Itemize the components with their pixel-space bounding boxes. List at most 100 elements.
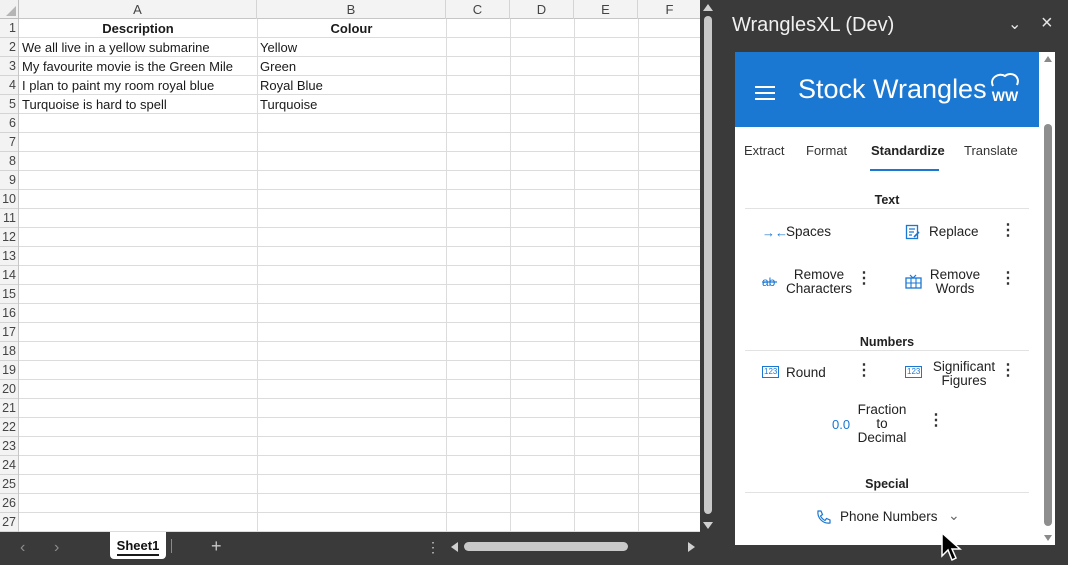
vertical-ellipsis-icon[interactable]: ⋮ [426, 539, 440, 556]
fraction-to-decimal-options-icon[interactable]: ⋮ [928, 413, 944, 429]
column-header-f[interactable]: F [638, 0, 700, 19]
row-header[interactable]: 12 [0, 228, 18, 247]
row-header[interactable]: 18 [0, 342, 18, 361]
row-header[interactable]: 17 [0, 323, 18, 342]
plus-icon[interactable]: + [211, 536, 222, 557]
row-headers: 1 2 3 4 5 6 7 8 9 10 11 12 13 14 15 16 17 18 19 20 21 22 23 24 2… [0, 19, 19, 532]
sheet-horizontal-scrollbar[interactable] [449, 540, 697, 553]
row-header[interactable]: 13 [0, 247, 18, 266]
chevron-down-icon[interactable]: ⌄ [948, 507, 960, 524]
chevron-right-icon[interactable]: › [54, 540, 59, 556]
scroll-up-arrow-icon[interactable] [703, 4, 713, 11]
cell-b2[interactable]: Yellow [257, 38, 446, 57]
row-header[interactable]: 9 [0, 171, 18, 190]
scroll-down-arrow-icon[interactable] [1044, 535, 1052, 541]
row-header[interactable]: 16 [0, 304, 18, 323]
row-header[interactable]: 8 [0, 152, 18, 171]
row-header[interactable]: 23 [0, 437, 18, 456]
remove-words-button[interactable]: Remove Words [905, 268, 1005, 298]
row-gridline [19, 512, 700, 513]
row-gridline [19, 360, 700, 361]
select-all-corner[interactable] [0, 0, 19, 19]
tab-extract[interactable]: Extract [744, 143, 784, 158]
significant-figures-options-icon[interactable]: ⋮ [1000, 363, 1016, 379]
sheet-tab-sheet1[interactable]: Sheet1 [110, 532, 166, 559]
row-header[interactable]: 19 [0, 361, 18, 380]
row-header[interactable]: 7 [0, 133, 18, 152]
cell-grid[interactable]: Description Colour We all live in a yell… [19, 19, 700, 532]
replace-button[interactable]: Replace [905, 224, 1005, 240]
column-header-d[interactable]: D [510, 0, 574, 19]
scroll-thumb[interactable] [1044, 124, 1052, 526]
significant-figures-label-line1: Significant [932, 359, 996, 374]
chevron-left-icon[interactable]: ‹ [20, 540, 25, 556]
cell-b3[interactable]: Green [257, 57, 446, 76]
row-header[interactable]: 6 [0, 114, 18, 133]
row-header[interactable]: 3 [0, 57, 18, 76]
row-header[interactable]: 22 [0, 418, 18, 437]
row-header[interactable]: 21 [0, 399, 18, 418]
row-header[interactable]: 27 [0, 513, 18, 532]
row-gridline [19, 265, 700, 266]
row-header[interactable]: 5 [0, 95, 18, 114]
sheet-vertical-scrollbar[interactable] [700, 0, 716, 532]
addin-scrollbar[interactable] [1041, 52, 1055, 545]
remove-characters-icon: ab [762, 275, 777, 289]
scroll-down-arrow-icon[interactable] [703, 522, 713, 529]
row-header[interactable]: 1 [0, 19, 18, 38]
row-header[interactable]: 20 [0, 380, 18, 399]
scroll-thumb[interactable] [464, 542, 628, 551]
row-header[interactable]: 14 [0, 266, 18, 285]
column-header-b[interactable]: B [257, 0, 446, 19]
row-header[interactable]: 2 [0, 38, 18, 57]
round-icon: 123 [762, 366, 780, 378]
column-header-c[interactable]: C [446, 0, 510, 19]
remove-words-options-icon[interactable]: ⋮ [1000, 271, 1016, 287]
column-header-e[interactable]: E [574, 0, 638, 19]
cell-a5[interactable]: Turquoise is hard to spell [19, 95, 257, 114]
round-button[interactable]: 123 Round [762, 365, 862, 381]
row-header[interactable]: 25 [0, 475, 18, 494]
row-header[interactable]: 26 [0, 494, 18, 513]
row-gridline [19, 246, 700, 247]
hamburger-menu-icon[interactable] [755, 86, 775, 100]
cell-a4[interactable]: I plan to paint my room royal blue [19, 76, 257, 95]
close-icon[interactable]: × [1041, 12, 1053, 35]
significant-figures-icon: 123 [905, 366, 923, 378]
sheet-tab-bar: ‹ › Sheet1 + ⋮ [0, 532, 716, 565]
excel-window: A B C D E F 1 2 3 4 5 6 7 8 9 10 11 12 13 14 15 16 17 18 1… [0, 0, 1068, 565]
remove-characters-button[interactable]: ab Remove Characters [762, 268, 862, 298]
tab-translate[interactable]: Translate [964, 143, 1018, 158]
cell-a2[interactable]: We all live in a yellow submarine [19, 38, 257, 57]
section-divider [745, 350, 1029, 351]
scroll-up-arrow-icon[interactable] [1044, 56, 1052, 62]
scroll-left-arrow-icon[interactable] [451, 542, 458, 552]
sheet-tab-label: Sheet1 [116, 538, 160, 556]
tab-standardize[interactable]: Standardize [871, 143, 945, 158]
scroll-thumb[interactable] [704, 16, 712, 514]
chevron-down-icon[interactable]: ⌄ [1008, 14, 1021, 34]
tab-divider [171, 539, 172, 553]
row-header[interactable]: 10 [0, 190, 18, 209]
cell-b5[interactable]: Turquoise [257, 95, 446, 114]
cell-a3[interactable]: My favourite movie is the Green Mile [19, 57, 257, 76]
cell-b1[interactable]: Colour [257, 19, 446, 38]
worksheet-grid[interactable]: A B C D E F 1 2 3 4 5 6 7 8 9 10 11 12 13 14 15 16 17 18 1… [0, 0, 700, 532]
row-header[interactable]: 15 [0, 285, 18, 304]
scroll-right-arrow-icon[interactable] [688, 542, 695, 552]
significant-figures-button[interactable]: 123 Significant Figures [905, 360, 1005, 390]
spaces-button[interactable]: →← Spaces [762, 224, 862, 241]
row-header[interactable]: 4 [0, 76, 18, 95]
row-gridline [19, 474, 700, 475]
remove-characters-options-icon[interactable]: ⋮ [856, 271, 872, 287]
cell-b4[interactable]: Royal Blue [257, 76, 446, 95]
fraction-to-decimal-button[interactable]: 0.0 Fraction to Decimal [832, 403, 932, 447]
round-options-icon[interactable]: ⋮ [856, 363, 872, 379]
tab-format[interactable]: Format [806, 143, 847, 158]
phone-numbers-button[interactable]: Phone Numbers ⌄ [815, 507, 965, 527]
column-header-a[interactable]: A [19, 0, 257, 19]
row-header[interactable]: 11 [0, 209, 18, 228]
row-header[interactable]: 24 [0, 456, 18, 475]
cell-a1[interactable]: Description [19, 19, 257, 38]
replace-options-icon[interactable]: ⋮ [1000, 223, 1016, 239]
